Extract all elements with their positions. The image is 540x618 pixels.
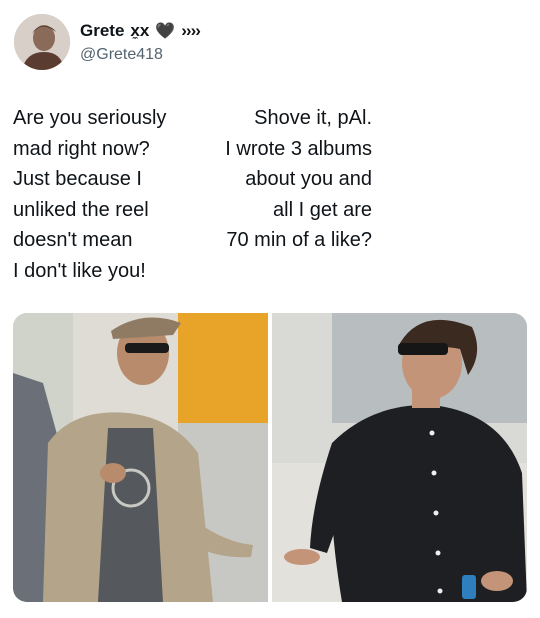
man-in-black-shirt-photo-icon bbox=[272, 313, 527, 602]
avatar-image-icon bbox=[14, 14, 70, 70]
tweet-text-left: Are you seriously mad right now? Just be… bbox=[13, 107, 167, 282]
photo-right[interactable] bbox=[272, 313, 527, 602]
man-in-cap-and-jacket-photo-icon bbox=[13, 313, 268, 602]
tweet-header: Grete x̼x 🖤 ›››› @Grete418 bbox=[14, 14, 514, 72]
tweet-media[interactable] bbox=[13, 313, 527, 602]
photo-left[interactable] bbox=[13, 313, 268, 602]
author-name-row[interactable]: Grete x̼x 🖤 ›››› bbox=[80, 21, 201, 41]
tweet-text-right: Shove it, pAl. I wrote 3 albums about yo… bbox=[225, 107, 372, 251]
author-handle[interactable]: @Grete418 bbox=[80, 46, 163, 64]
avatar[interactable] bbox=[14, 14, 70, 70]
display-name[interactable]: Grete bbox=[80, 21, 124, 41]
arrows-decoration: ›››› bbox=[181, 21, 201, 40]
name-decoration: x̼x bbox=[130, 21, 150, 40]
heart-emoji-icon: 🖤 bbox=[155, 23, 176, 40]
